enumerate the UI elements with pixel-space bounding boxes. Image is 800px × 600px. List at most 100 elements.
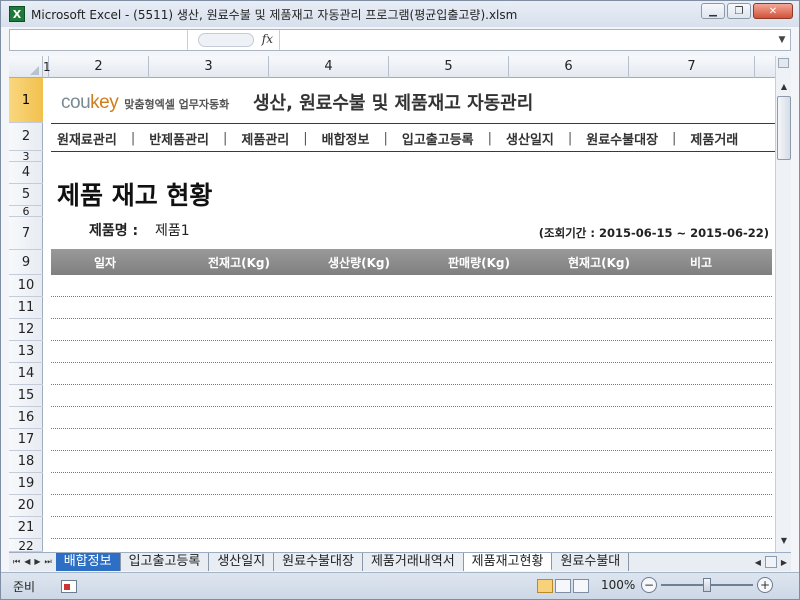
header-date: 일자 — [93, 256, 117, 270]
scroll-down-arrow-icon[interactable]: ▼ — [777, 532, 791, 548]
row-header[interactable]: 19 — [9, 473, 43, 495]
excel-app-icon[interactable]: X — [9, 6, 25, 22]
column-header[interactable]: 6 — [509, 56, 629, 78]
row-header[interactable]: 6 — [9, 206, 43, 217]
last-sheet-icon[interactable]: ⏭ — [45, 557, 52, 567]
row-header[interactable]: 7 — [9, 217, 43, 250]
view-buttons — [537, 579, 589, 593]
formula-buttons[interactable] — [198, 33, 254, 47]
row-header[interactable]: 3 — [9, 151, 43, 162]
column-header[interactable]: 5 — [389, 56, 509, 78]
sheet-tab[interactable]: 배합정보 — [55, 553, 121, 571]
row-header[interactable]: 2 — [9, 123, 43, 151]
header-previous-stock: 전재고(Kg) — [208, 256, 270, 270]
row-header[interactable]: 5 — [9, 184, 43, 206]
table-row[interactable] — [51, 385, 772, 407]
table-row[interactable] — [51, 275, 772, 297]
row-header[interactable]: 22 — [9, 539, 43, 552]
horizontal-scrollbar[interactable]: ◀ ▶ — [755, 556, 791, 568]
row-header[interactable]: 13 — [9, 341, 43, 363]
zoom-out-button[interactable]: − — [641, 577, 657, 593]
zoom-slider-knob[interactable] — [703, 578, 711, 592]
expand-formula-bar-icon[interactable]: ▼ — [774, 30, 790, 50]
nav-link-products[interactable]: 제품관리 — [227, 129, 303, 148]
table-row[interactable] — [51, 451, 772, 473]
row-header[interactable]: 21 — [9, 517, 43, 539]
nav-link-semi-products[interactable]: 반제품관리 — [135, 129, 223, 148]
title-bar: X Microsoft Excel - (5511) 생산, 원료수불 및 제품… — [1, 1, 799, 27]
row-header[interactable]: 15 — [9, 385, 43, 407]
window-controls: ▁ ❐ ✕ — [701, 3, 793, 19]
sheet-tab[interactable]: 원료수불대 — [552, 553, 630, 571]
sheet-tab[interactable]: 생산일지 — [209, 553, 275, 571]
row-header[interactable]: 12 — [9, 319, 43, 341]
normal-view-icon[interactable] — [537, 579, 553, 593]
inventory-table-header: 일자 전재고(Kg) 생산량(Kg) 판매량(Kg) 현재고(Kg) 비고 — [51, 249, 772, 275]
header-sales: 판매량(Kg) — [448, 256, 510, 270]
row-header-selected[interactable]: 1 — [9, 78, 43, 123]
row-header[interactable]: 17 — [9, 429, 43, 451]
nav-link-formula[interactable]: 배합정보 — [308, 129, 384, 148]
sheet-tab[interactable]: 입고출고등록 — [121, 553, 210, 571]
horizontal-scroll-thumb[interactable] — [764, 556, 777, 568]
nav-link-in-out[interactable]: 입고출고등록 — [388, 129, 488, 148]
page-layout-view-icon[interactable] — [555, 579, 571, 593]
first-sheet-icon[interactable]: ⏮ — [13, 557, 20, 567]
close-button[interactable]: ✕ — [753, 3, 793, 19]
row-header[interactable]: 20 — [9, 495, 43, 517]
table-row[interactable] — [51, 495, 772, 517]
table-row[interactable] — [51, 517, 772, 539]
table-row[interactable] — [51, 473, 772, 495]
zoom-level[interactable]: 100% — [601, 578, 635, 592]
column-headers: 1 2 3 4 5 6 7 — [9, 56, 775, 78]
restore-button[interactable]: ❐ — [727, 3, 751, 19]
row-header[interactable]: 4 — [9, 162, 43, 184]
product-name-value[interactable]: 제품1 — [155, 220, 190, 240]
row-header[interactable]: 9 — [9, 250, 43, 275]
table-row[interactable] — [51, 341, 772, 363]
nav-link-raw-materials[interactable]: 원재료관리 — [43, 129, 131, 148]
excel-window: X Microsoft Excel - (5511) 생산, 원료수불 및 제품… — [0, 0, 800, 600]
sheet-tab[interactable]: 원료수불대장 — [274, 553, 363, 571]
row-header[interactable]: 18 — [9, 451, 43, 473]
name-box[interactable] — [10, 30, 188, 50]
navigation-menu: 원재료관리 | 반제품관리 | 제품관리 | 배합정보 | 입고출고등록 | 생… — [43, 124, 775, 152]
vertical-scrollbar[interactable]: ▲ ▼ — [775, 56, 791, 552]
table-row[interactable] — [51, 363, 772, 385]
scroll-right-arrow-icon[interactable]: ▶ — [781, 558, 787, 567]
select-all-corner[interactable] — [9, 56, 43, 78]
sheet-tab-active[interactable]: 제품재고현황 — [463, 553, 553, 571]
row-header[interactable]: 14 — [9, 363, 43, 385]
table-row[interactable] — [51, 429, 772, 451]
vertical-scroll-thumb[interactable] — [777, 96, 791, 160]
row-header[interactable]: 10 — [9, 275, 43, 297]
page-break-view-icon[interactable] — [573, 579, 589, 593]
next-sheet-icon[interactable]: ▶ — [34, 557, 40, 567]
row-header[interactable]: 16 — [9, 407, 43, 429]
table-row[interactable] — [51, 297, 772, 319]
prev-sheet-icon[interactable]: ◀ — [24, 557, 30, 567]
header-remarks: 비고 — [689, 256, 713, 270]
scroll-up-arrow-icon[interactable]: ▲ — [777, 78, 791, 94]
formula-input[interactable] — [280, 30, 774, 50]
insert-function-icon[interactable]: fx — [262, 32, 273, 46]
scroll-left-arrow-icon[interactable]: ◀ — [755, 558, 761, 567]
zoom-in-button[interactable]: + — [757, 577, 773, 593]
worksheet-grid[interactable]: cou key 맞춤형엑셀 업무자동화 생산, 원료수불 및 제품재고 자동관리… — [43, 78, 775, 552]
column-header[interactable]: 4 — [269, 56, 389, 78]
minimize-button[interactable]: ▁ — [701, 3, 725, 19]
nav-link-material-ledger[interactable]: 원료수불대장 — [572, 129, 672, 148]
macro-record-icon[interactable] — [61, 579, 78, 593]
column-header[interactable]: 2 — [49, 56, 149, 78]
logo-text-cou: cou — [61, 92, 91, 113]
sheet-tab[interactable]: 제품거래내역서 — [363, 553, 464, 571]
row-header[interactable]: 11 — [9, 297, 43, 319]
column-header[interactable]: 3 — [149, 56, 269, 78]
nav-link-production-log[interactable]: 생산일지 — [492, 129, 568, 148]
table-row[interactable] — [51, 319, 772, 341]
table-row[interactable] — [51, 407, 772, 429]
column-header[interactable]: 7 — [629, 56, 755, 78]
header-production: 생산량(Kg) — [328, 256, 390, 270]
split-box[interactable] — [778, 58, 789, 68]
nav-link-product-trades[interactable]: 제품거래 — [676, 129, 752, 148]
